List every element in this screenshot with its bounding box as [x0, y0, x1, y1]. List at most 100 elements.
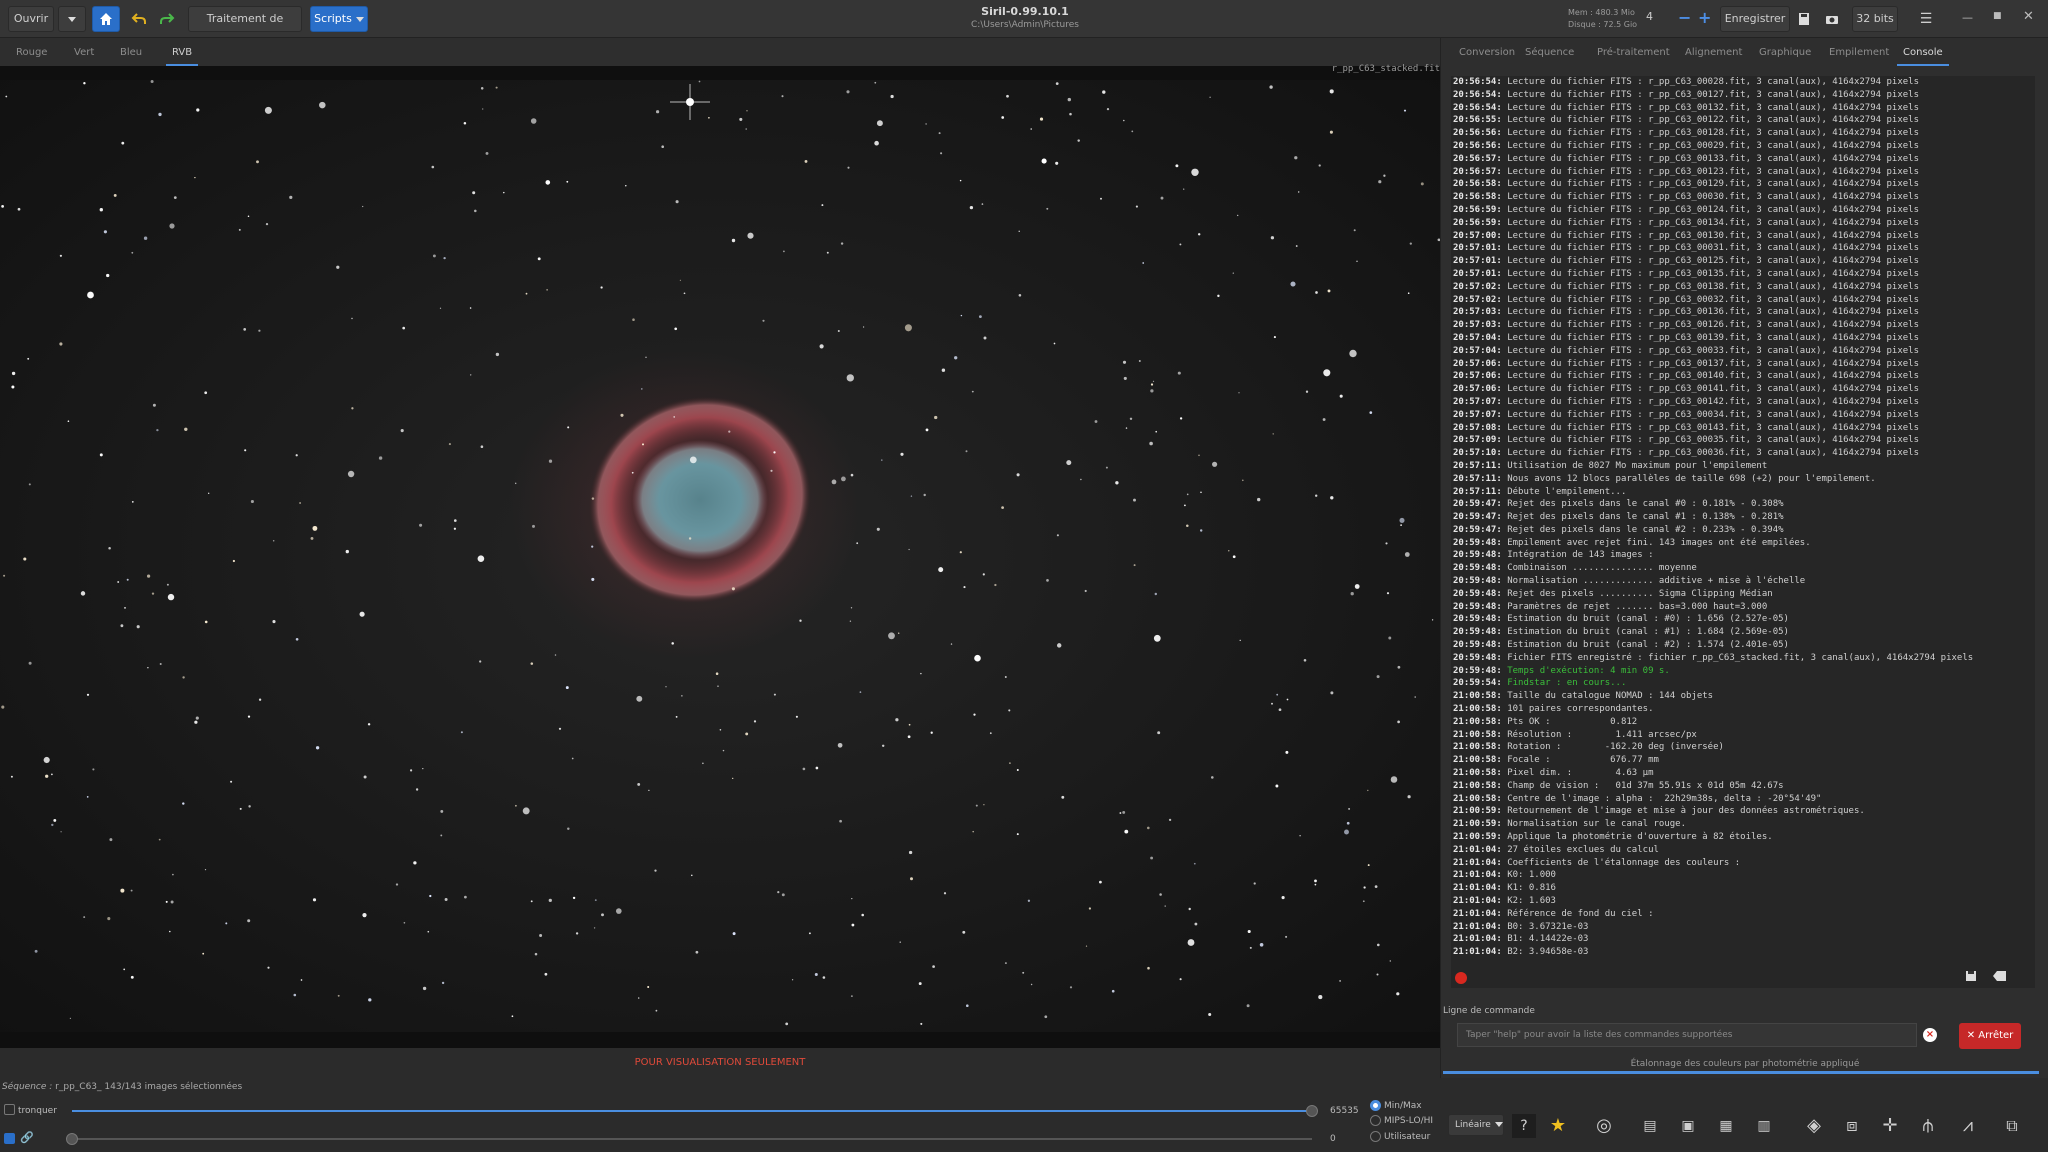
star	[1193, 862, 1196, 865]
star	[1238, 392, 1240, 394]
star	[1067, 97, 1072, 102]
save-as-button[interactable]	[1792, 6, 1816, 32]
star	[781, 893, 785, 897]
star	[671, 642, 674, 645]
crop-checkbox[interactable]	[4, 1104, 15, 1115]
target-icon[interactable]: ◎	[1592, 1114, 1616, 1138]
tab-red[interactable]: Rouge	[16, 47, 47, 58]
redo-button[interactable]	[154, 6, 180, 32]
maximize-button[interactable]: ■	[1993, 11, 2002, 21]
star	[530, 900, 533, 903]
tab-console[interactable]: Console	[1897, 47, 1949, 66]
max-slider-handle[interactable]	[1306, 1105, 1318, 1117]
star	[941, 368, 946, 372]
star	[247, 919, 251, 923]
auto-checkbox[interactable]	[4, 1133, 15, 1144]
star	[978, 315, 982, 319]
star	[1271, 702, 1273, 705]
undo-button[interactable]	[126, 6, 152, 32]
radio-minmax[interactable]	[1370, 1100, 1381, 1111]
console-timestamp: 21:01:04:	[1453, 908, 1508, 919]
histogram-icon[interactable]: ▤	[1638, 1114, 1662, 1138]
split-icon[interactable]: ⫛	[1916, 1114, 1940, 1138]
grid-icon[interactable]: ⧈	[1840, 1114, 1864, 1138]
tab-stacking[interactable]: Empilement	[1829, 47, 1889, 58]
recent-dropdown-button[interactable]	[58, 6, 86, 32]
radio-mips[interactable]	[1370, 1115, 1381, 1126]
close-button[interactable]: ✕	[2023, 9, 2034, 24]
stretch-label: Linéaire	[1455, 1120, 1491, 1130]
record-indicator-icon[interactable]	[1455, 972, 1467, 984]
save-button[interactable]: Enregistrer	[1720, 6, 1790, 32]
clear-input-icon[interactable]: ×	[1923, 1028, 1937, 1042]
star	[565, 686, 569, 690]
clear-log-icon[interactable]	[1993, 970, 2007, 985]
star	[120, 888, 125, 893]
tab-preprocessing[interactable]: Pré-traitement	[1597, 47, 1670, 58]
progress-text: Étalonnage des couleurs par photométrie …	[1630, 1059, 1860, 1069]
console-line: 20:59:48: Estimation du bruit (canal : #…	[1453, 626, 1973, 639]
console-log[interactable]: 20:56:54: Lecture du fichier FITS : r_pp…	[1451, 76, 2035, 988]
photo-icon[interactable]: ▣	[1676, 1114, 1700, 1138]
console-message: Centre de l'image : alpha : 22h29m38s, d…	[1507, 793, 1822, 804]
tab-registration[interactable]: Alignement	[1685, 47, 1742, 58]
ruler-icon[interactable]: ◈	[1802, 1114, 1826, 1138]
console-line: 20:57:10: Lecture du fichier FITS : r_pp…	[1453, 447, 1973, 460]
tab-conversion[interactable]: Conversion	[1459, 47, 1515, 58]
command-input[interactable]: Taper "help" pour avoir la liste des com…	[1457, 1023, 1917, 1047]
star	[679, 279, 682, 281]
curve-icon[interactable]: ⩘	[1956, 1114, 1980, 1138]
star-icon[interactable]: ★	[1546, 1114, 1570, 1138]
hamburger-menu-icon[interactable]: ☰	[1914, 6, 1938, 32]
astro-image[interactable]	[0, 80, 1440, 1032]
question-icon[interactable]: ?	[1512, 1114, 1536, 1138]
link-icon[interactable]: 🔗	[20, 1131, 34, 1144]
stop-button[interactable]: ✕ Arrêter	[1959, 1023, 2021, 1049]
console-line: 20:59:54: Findstar : en cours...	[1453, 677, 1973, 690]
tab-plot[interactable]: Graphique	[1759, 47, 1811, 58]
star	[131, 501, 134, 503]
zoom-value[interactable]: 4	[1646, 10, 1653, 23]
snapshot-button[interactable]	[1820, 6, 1844, 32]
tab-green[interactable]: Vert	[74, 47, 94, 58]
star	[99, 453, 103, 457]
tab-blue[interactable]: Bleu	[120, 47, 142, 58]
crosshair-icon[interactable]: ✛	[1878, 1114, 1902, 1138]
min-slider-handle[interactable]	[66, 1133, 78, 1145]
star	[427, 930, 430, 933]
max-value[interactable]: 65535	[1330, 1106, 1359, 1116]
console-line: 20:57:06: Lecture du fichier FITS : r_pp…	[1453, 370, 1973, 383]
console-message: Lecture du fichier FITS : r_pp_C63_00133…	[1507, 153, 1919, 164]
console-message: Lecture du fichier FITS : r_pp_C63_00028…	[1507, 77, 1919, 87]
image-processing-menu[interactable]: Traitement de l'image	[188, 6, 302, 49]
zoom-in-button[interactable]: +	[1698, 8, 1711, 27]
min-value[interactable]: 0	[1330, 1134, 1336, 1144]
star	[244, 449, 247, 452]
star	[545, 180, 551, 185]
star	[59, 342, 63, 346]
tab-rgb[interactable]: RVB	[165, 47, 199, 66]
stretch-select[interactable]: Linéaire	[1448, 1114, 1504, 1136]
tab-sequence[interactable]: Séquence	[1525, 47, 1574, 58]
star	[1376, 943, 1380, 947]
bit-depth-select[interactable]: 32 bits	[1852, 6, 1898, 46]
min-slider-track[interactable]	[72, 1138, 1312, 1140]
max-slider-track[interactable]	[72, 1110, 1312, 1112]
scripts-menu[interactable]: Scripts	[310, 6, 368, 32]
image-viewer[interactable]: r_pp_C63_stacked.fit	[0, 64, 1440, 1048]
minimize-button[interactable]: —	[1962, 11, 1973, 24]
star	[1160, 196, 1164, 200]
radio-user[interactable]	[1370, 1131, 1381, 1142]
mosaic-icon[interactable]: ▦	[1714, 1114, 1738, 1138]
console-timestamp: 20:57:04:	[1453, 332, 1508, 343]
console-line: 20:57:02: Lecture du fichier FITS : r_pp…	[1453, 281, 1973, 294]
star	[1299, 834, 1301, 837]
star	[731, 238, 736, 243]
zoom-out-button[interactable]: −	[1678, 8, 1691, 27]
open-button[interactable]: Ouvrir	[8, 6, 54, 32]
chart-icon[interactable]: ▥	[1752, 1114, 1776, 1138]
save-log-icon[interactable]	[1965, 970, 1977, 985]
home-button[interactable]	[92, 6, 120, 32]
star	[80, 591, 86, 596]
stack-icon[interactable]: ⧉	[2000, 1114, 2024, 1138]
